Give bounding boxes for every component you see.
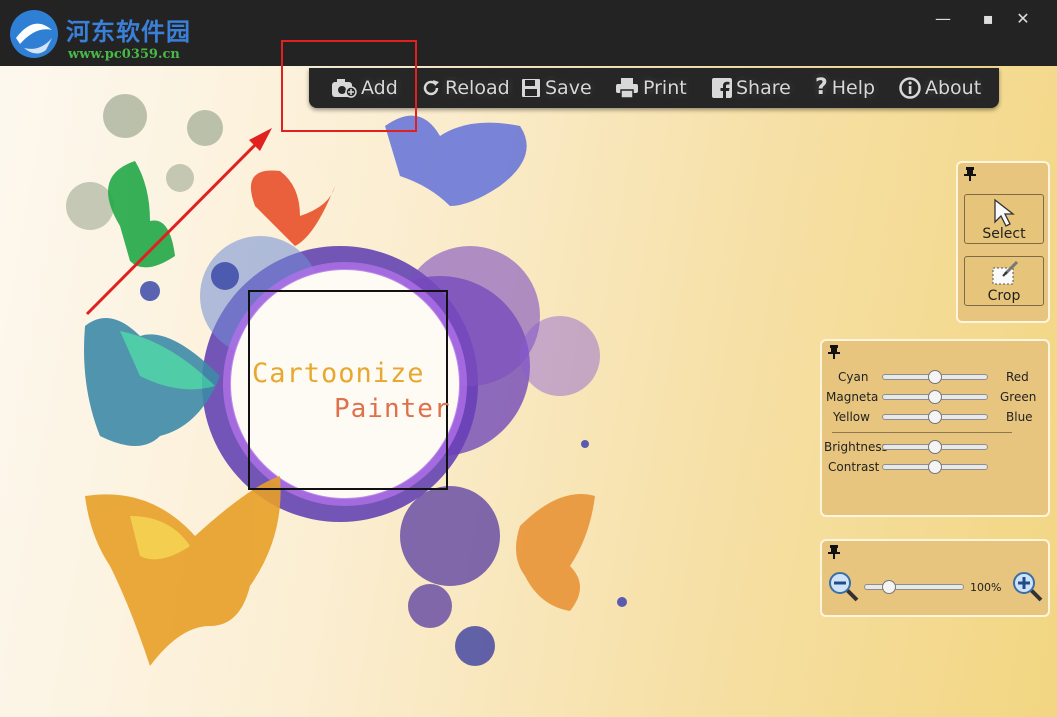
zoom-in-icon[interactable] bbox=[1012, 571, 1044, 603]
zoom-out-icon[interactable] bbox=[828, 571, 860, 603]
pin-icon[interactable] bbox=[828, 545, 840, 559]
watermark-url: www.pc0359.cn bbox=[68, 47, 180, 62]
reload-button[interactable]: Reload bbox=[421, 73, 510, 103]
contrast-label: Contrast bbox=[828, 460, 880, 474]
info-icon bbox=[899, 77, 921, 99]
magenta-label: Magneta bbox=[826, 390, 879, 404]
maximize-button[interactable]: ▪ bbox=[975, 8, 1001, 30]
artwork-title-line2: Painter bbox=[334, 394, 451, 424]
crop-tool-button[interactable]: Crop bbox=[964, 256, 1044, 306]
about-label: About bbox=[925, 77, 982, 99]
pin-icon[interactable] bbox=[828, 345, 840, 359]
yellow-label: Yellow bbox=[833, 410, 870, 424]
title-bar: 河东软件园 www.pc0359.cn — ▪ ✕ bbox=[0, 0, 1057, 66]
crop-tool-label: Crop bbox=[987, 288, 1021, 304]
magenta-green-slider-thumb[interactable] bbox=[928, 390, 942, 404]
help-icon: ? bbox=[815, 75, 828, 100]
facebook-icon bbox=[712, 78, 732, 98]
watermark-title: 河东软件园 bbox=[66, 17, 191, 46]
panel-divider bbox=[832, 432, 1012, 433]
close-button[interactable]: ✕ bbox=[1010, 8, 1036, 30]
red-label: Red bbox=[1006, 370, 1029, 384]
watermark-logo-icon bbox=[10, 10, 58, 58]
select-tool-button[interactable]: Select bbox=[964, 194, 1044, 244]
save-label: Save bbox=[545, 77, 592, 99]
pin-icon[interactable] bbox=[964, 167, 976, 181]
zoom-panel: 100% bbox=[820, 539, 1050, 617]
zoom-slider[interactable] bbox=[864, 584, 964, 590]
green-label: Green bbox=[1000, 390, 1037, 404]
printer-icon bbox=[616, 78, 638, 99]
zoom-slider-thumb[interactable] bbox=[882, 580, 896, 594]
save-icon bbox=[522, 79, 540, 97]
reload-icon bbox=[423, 80, 439, 96]
save-button[interactable]: Save bbox=[521, 73, 592, 103]
annotation-highlight-box bbox=[281, 40, 417, 132]
brightness-slider-thumb[interactable] bbox=[928, 440, 942, 454]
tools-panel: Select Crop bbox=[956, 161, 1050, 323]
help-label: Help bbox=[831, 77, 876, 99]
cyan-red-slider-thumb[interactable] bbox=[928, 370, 942, 384]
zoom-value: 100% bbox=[970, 581, 1002, 594]
reload-label: Reload bbox=[445, 77, 510, 99]
color-adjust-panel: Cyan Red Magneta Green Yellow Blue Brigh… bbox=[820, 339, 1050, 517]
contrast-slider-thumb[interactable] bbox=[928, 460, 942, 474]
share-label: Share bbox=[736, 77, 791, 99]
select-tool-label: Select bbox=[982, 226, 1026, 242]
share-button[interactable]: Share bbox=[712, 73, 791, 103]
minimize-button[interactable]: — bbox=[930, 8, 956, 30]
cursor-arrow-icon bbox=[994, 198, 1015, 227]
blue-label: Blue bbox=[1006, 410, 1033, 424]
yellow-blue-slider-thumb[interactable] bbox=[928, 410, 942, 424]
cyan-label: Cyan bbox=[838, 370, 869, 384]
crop-icon bbox=[992, 260, 1019, 285]
print-label: Print bbox=[643, 77, 687, 99]
print-button[interactable]: Print bbox=[615, 73, 687, 103]
help-button[interactable]: ? Help bbox=[815, 73, 875, 103]
artwork-title-line1: Cartoonize bbox=[252, 358, 425, 389]
about-button[interactable]: About bbox=[899, 73, 981, 103]
brightness-label: Brightness bbox=[824, 440, 888, 454]
